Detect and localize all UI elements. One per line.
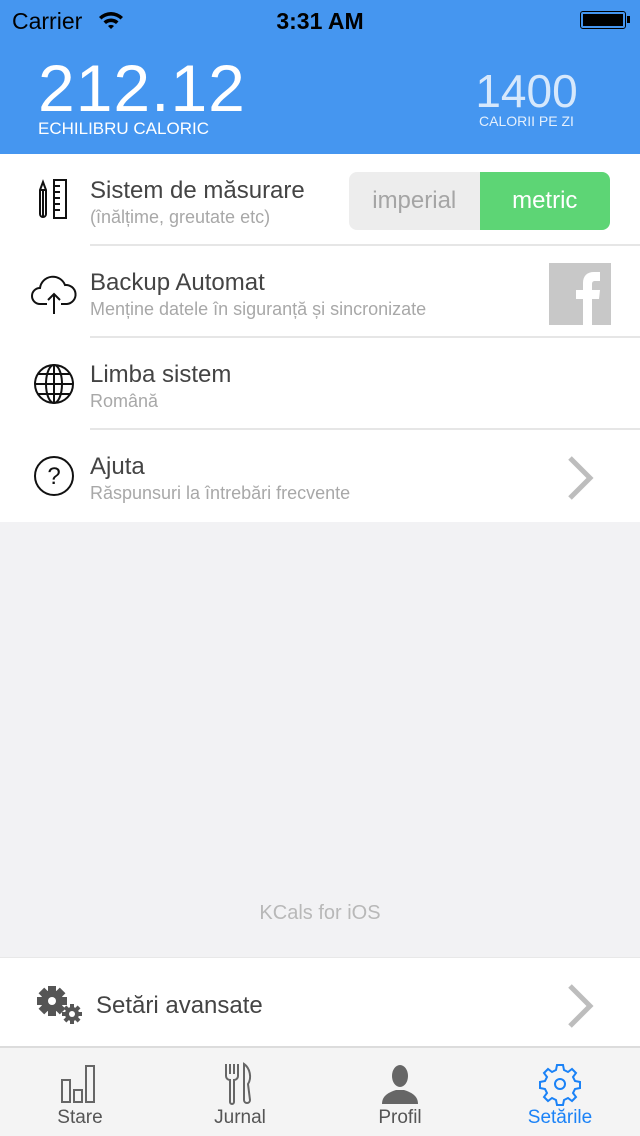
- tab-label: Jurnal: [214, 1107, 266, 1128]
- daily-calories-label: CALORII PE ZI: [479, 113, 574, 129]
- tab-setarile[interactable]: Setările: [480, 1048, 640, 1136]
- facebook-button[interactable]: [549, 263, 611, 325]
- ruler-pencil-icon: [39, 179, 67, 219]
- tab-jurnal[interactable]: Jurnal: [160, 1048, 320, 1136]
- cloud-upload-icon: [31, 275, 77, 314]
- battery-icon: [580, 11, 626, 29]
- person-icon: [382, 1065, 418, 1104]
- help-icon: ?: [34, 456, 74, 496]
- tab-label: Profil: [378, 1107, 422, 1128]
- chevron-right-icon: [568, 984, 594, 1028]
- advanced-settings-title: Setări avansate: [96, 992, 263, 1019]
- app-footer-text: KCals for iOS: [259, 902, 381, 924]
- header: Carrier 3:31 AM 212.12 ECHILIBRU CALORIC…: [0, 0, 640, 154]
- advanced-settings-row[interactable]: Setări avansate: [0, 957, 640, 1046]
- units-segmented-control[interactable]: imperial metric: [349, 172, 610, 230]
- settings-row-help[interactable]: ? Ajuta Răspunsuri la întrebări frecvent…: [0, 430, 640, 522]
- bar-chart-icon: [61, 1065, 95, 1103]
- settings-row-language[interactable]: Limba sistem Română: [0, 338, 640, 430]
- svg-text:?: ?: [47, 463, 60, 490]
- language-title: Limba sistem: [90, 361, 232, 388]
- globe-icon: [34, 364, 74, 404]
- units-subtitle: (înălțime, greutate etc): [90, 207, 271, 227]
- clock: 3:31 AM: [276, 8, 364, 34]
- units-metric-option[interactable]: metric: [479, 172, 610, 230]
- chevron-right-icon: [568, 456, 594, 500]
- tab-label: Stare: [57, 1107, 103, 1128]
- gears-icon: [37, 986, 82, 1024]
- help-title: Ajuta: [90, 453, 145, 480]
- help-subtitle: Răspunsuri la întrebări frecvente: [90, 483, 351, 503]
- tab-label: Setările: [527, 1107, 593, 1128]
- backup-title: Backup Automat: [90, 269, 265, 296]
- units-title: Sistem de măsurare: [90, 177, 305, 204]
- backup-subtitle: Menține datele în siguranță și sincroniz…: [90, 299, 427, 319]
- settings-row-units: Sistem de măsurare (înălțime, greutate e…: [0, 154, 640, 246]
- gear-icon: [539, 1064, 581, 1106]
- daily-calories-value: 1400: [475, 65, 578, 117]
- tab-profil[interactable]: Profil: [320, 1048, 480, 1136]
- tab-stare[interactable]: Stare: [0, 1048, 160, 1136]
- caloric-balance-value: 212.12: [38, 51, 246, 125]
- language-subtitle: Română: [90, 391, 159, 411]
- tab-bar: Stare Jurnal Profil Setările: [0, 1046, 640, 1136]
- settings-row-backup[interactable]: Backup Automat Menține datele în siguran…: [0, 246, 640, 338]
- battery-tip: [627, 16, 630, 23]
- fork-knife-icon: [225, 1062, 252, 1105]
- facebook-icon: [576, 272, 600, 325]
- units-imperial-option[interactable]: imperial: [349, 172, 480, 230]
- caloric-balance-label: ECHILIBRU CALORIC: [38, 119, 209, 138]
